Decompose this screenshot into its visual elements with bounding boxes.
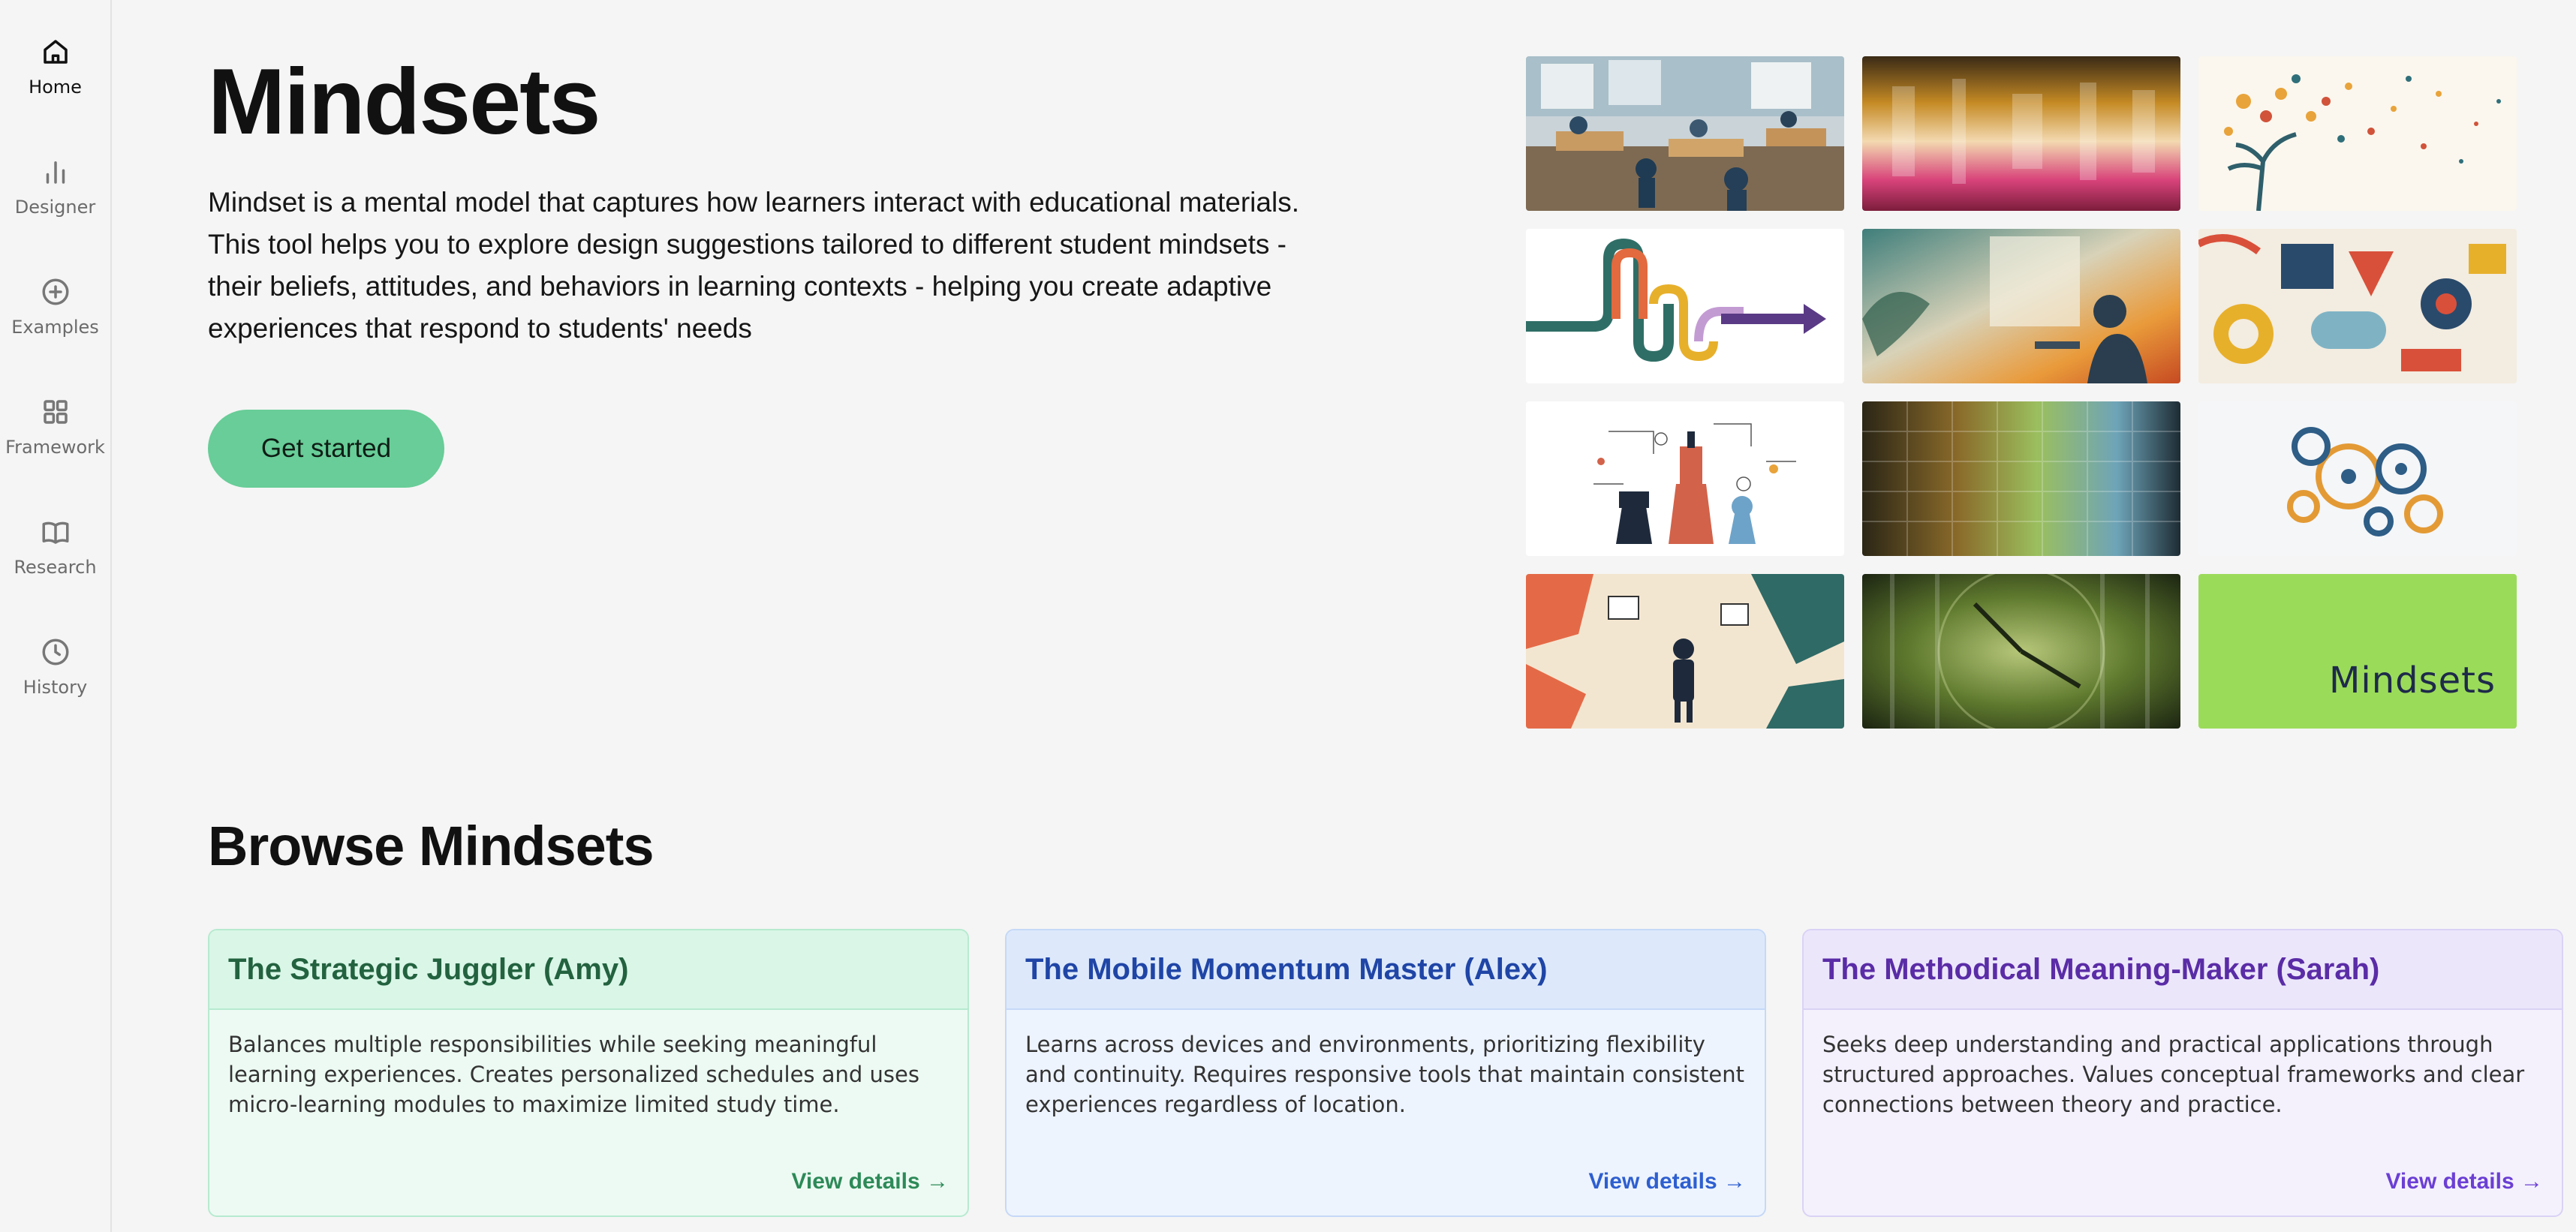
browse-mindsets-heading: Browse Mindsets (208, 815, 655, 877)
page-title: Mindsets (208, 50, 600, 154)
sidebar-item-label: Examples (11, 317, 99, 338)
sidebar-item-label: Designer (14, 197, 96, 218)
get-started-button[interactable]: Get started (208, 410, 444, 488)
sidebar-item-designer[interactable]: Designer (0, 153, 110, 243)
mindsets-logo-tile: Mindsets (2198, 574, 2517, 729)
sidebar-item-history[interactable]: History (0, 633, 110, 723)
sidebar-item-research[interactable]: Research (0, 513, 110, 603)
view-details-link[interactable]: View details → (791, 1169, 949, 1194)
mindset-card-methodical-meaning-maker[interactable]: The Methodical Meaning-Maker (Sarah) See… (1802, 929, 2563, 1217)
card-title: The Methodical Meaning-Maker (Sarah) (1804, 930, 2562, 1010)
winding-arrows-image (1526, 229, 1844, 383)
bar-chart-icon (46, 161, 65, 184)
hero-description: Mindset is a mental model that captures … (208, 187, 1299, 344)
sidebar-item-label: Framework (5, 437, 105, 458)
abstract-clock-image (1862, 574, 2180, 729)
card-title: The Strategic Juggler (Amy) (209, 930, 968, 1010)
sidebar-item-framework[interactable]: Framework (0, 393, 110, 483)
sidebar: Home Designer Examples Framework Researc… (0, 0, 112, 1232)
classroom-watercolor-image (1526, 56, 1844, 211)
person-collage-image (1526, 574, 1844, 729)
sidebar-item-label: Research (14, 557, 97, 578)
card-description: Seeks deep understanding and practical a… (1822, 1032, 2525, 1117)
sidebar-item-label: History (23, 677, 88, 698)
clock-icon (42, 639, 68, 666)
abstract-pink-gold-image (1862, 56, 2180, 211)
card-description: Learns across devices and environments, … (1025, 1032, 1744, 1117)
chess-pieces-image (1526, 401, 1844, 556)
card-title: The Mobile Momentum Master (Alex) (1007, 930, 1765, 1010)
view-details-link[interactable]: View details → (1588, 1169, 1746, 1194)
book-icon (42, 521, 68, 544)
gears-image (2198, 401, 2517, 556)
geometric-shapes-image (2198, 229, 2517, 383)
view-details-link[interactable]: View details → (2385, 1169, 2543, 1194)
tree-dots-image (2198, 56, 2517, 211)
image-gallery: Mindsets (1526, 56, 2517, 730)
sidebar-item-label: Home (29, 77, 82, 98)
mindset-card-mobile-momentum-master[interactable]: The Mobile Momentum Master (Alex) Learns… (1005, 929, 1766, 1217)
card-description: Balances multiple responsibilities while… (228, 1032, 919, 1117)
abstract-green-grid-image (1862, 401, 2180, 556)
person-at-window-image (1862, 229, 2180, 383)
mindsets-logo-text: Mindsets (2328, 660, 2496, 702)
plus-circle-icon (42, 278, 68, 305)
sidebar-item-home[interactable]: Home (0, 33, 110, 123)
sidebar-item-examples[interactable]: Examples (0, 273, 110, 363)
mindset-card-strategic-juggler[interactable]: The Strategic Juggler (Amy) Balances mul… (208, 929, 969, 1217)
home-icon (43, 40, 68, 64)
grid-icon (43, 400, 68, 424)
